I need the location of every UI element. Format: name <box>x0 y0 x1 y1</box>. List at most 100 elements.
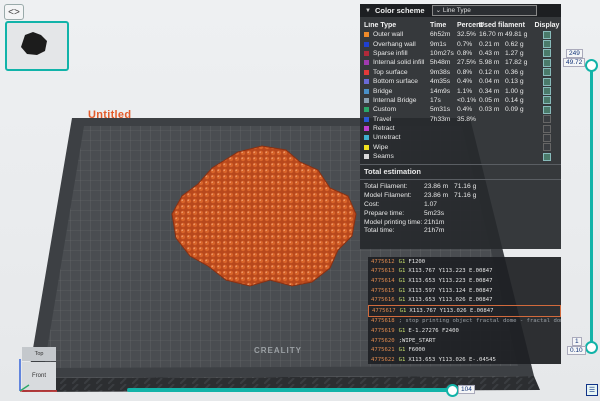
legend-display <box>535 77 559 86</box>
display-checkbox[interactable] <box>543 96 551 105</box>
estimation-row: Prepare time: 5m23s <box>360 209 561 218</box>
legend-display <box>535 87 559 96</box>
display-checkbox[interactable] <box>543 143 551 152</box>
estimation-value: 23.86 m <box>424 192 449 200</box>
legend-percent: 0.8% <box>457 68 473 76</box>
gcode-line[interactable]: 4775612 G1 F1200 <box>368 257 561 267</box>
gcode-line-number: 4775616 <box>371 297 395 304</box>
display-checkbox[interactable] <box>543 87 551 96</box>
legend-percent: <0.1% <box>457 96 477 104</box>
gcode-line[interactable]: 4775621 G1 F6000 <box>368 345 561 355</box>
gcode-line-number: 4775613 <box>371 268 395 275</box>
collapse-toggle-button[interactable]: <> <box>4 4 24 20</box>
legend-display <box>535 152 559 161</box>
layer-top-index: 249 <box>566 49 583 58</box>
legend-display <box>535 115 559 124</box>
display-checkbox[interactable] <box>543 68 551 77</box>
legend-line-type-label: Overhang wall <box>373 40 416 48</box>
display-checkbox[interactable] <box>543 152 551 161</box>
view-cube[interactable]: Top Front <box>17 345 67 395</box>
legend-row[interactable]: Unretract <box>360 133 561 142</box>
legend-row[interactable]: Top surface 9m38s 0.8% 0.12 m 0.36 g <box>360 68 561 77</box>
display-checkbox[interactable] <box>543 40 551 49</box>
display-checkbox[interactable] <box>543 105 551 114</box>
gcode-line-number: 4775614 <box>371 277 395 284</box>
gcode-params: F1200 <box>408 258 426 265</box>
gcode-line[interactable]: 4775614 G1 X113.653 Y113.223 E.00847 <box>368 276 561 286</box>
legend-header-row: Line Type Time Percent Used filament Dis… <box>360 20 561 30</box>
3d-viewport[interactable]: <> Untitled CREALITY ▼ Color scheme ⌄ Li… <box>0 0 600 401</box>
legend-row[interactable]: Custom 5m31s 0.4% 0.03 m 0.09 g <box>360 105 561 114</box>
gcode-command: G1 <box>398 347 406 354</box>
color-scheme-select[interactable]: ⌄ Line Type <box>431 5 537 16</box>
scheme-value: Line Type <box>442 7 471 14</box>
legend-weight: 1.27 g <box>505 49 524 57</box>
legend-display <box>535 124 559 133</box>
legend-display <box>535 96 559 105</box>
legend-row[interactable]: Sparse infill 10m27s 0.8% 0.43 m 1.27 g <box>360 49 561 58</box>
legend-row[interactable]: Retract <box>360 124 561 133</box>
estimation-label: Model printing time: <box>364 218 423 226</box>
gcode-line[interactable]: 4775615 G1 X113.597 Y113.124 E.00847 <box>368 286 561 296</box>
color-swatch-icon <box>364 50 369 56</box>
legend-time: 7h33m <box>430 115 451 123</box>
layer-slider-track[interactable] <box>590 64 593 348</box>
estimation-row: Cost: 1.07 <box>360 200 561 209</box>
legend-time: 4m35s <box>430 78 451 86</box>
gcode-line[interactable]: 4775618; stop printing object fractal do… <box>368 317 561 327</box>
gcode-params: X113.653 Y113.026 E.00847 <box>408 297 493 304</box>
legend-length: 0.21 m <box>479 40 500 48</box>
move-slider-track[interactable] <box>127 388 457 392</box>
plate-thumbnail[interactable] <box>5 21 69 71</box>
col-time: Time <box>430 21 447 29</box>
legend-weight: 0.14 g <box>505 96 524 104</box>
layer-bottom-handle[interactable] <box>585 341 598 354</box>
layers-icon[interactable]: ☰ <box>586 384 598 396</box>
legend-line-type-label: Top surface <box>373 68 408 76</box>
gcode-line-number: 4775622 <box>371 356 395 363</box>
layer-top-handle[interactable] <box>585 59 598 72</box>
legend-row[interactable]: Seams <box>360 152 561 161</box>
gcode-params: X113.597 Y113.124 E.00847 <box>408 287 493 294</box>
estimation-value: 21h1m <box>424 218 445 226</box>
gcode-line[interactable]: 4775617 G1 X113.767 Y113.026 E.00847 <box>368 304 561 317</box>
display-checkbox[interactable] <box>543 30 551 39</box>
display-checkbox[interactable] <box>543 124 551 133</box>
gcode-command: G1 <box>398 297 406 304</box>
legend-weight: 0.62 g <box>505 40 524 48</box>
display-checkbox[interactable] <box>543 133 551 142</box>
display-checkbox[interactable] <box>543 58 551 67</box>
legend-length: 16.70 m <box>479 31 504 39</box>
estimation-value: 1.07 <box>424 200 438 208</box>
legend-row[interactable]: Travel 7h33m 35.8% <box>360 115 561 124</box>
legend-row[interactable]: Wipe <box>360 143 561 152</box>
gcode-line[interactable]: 4775620 ;WIPE_START <box>368 336 561 346</box>
col-display: Display <box>534 21 560 29</box>
legend-line-type-label: Bottom surface <box>373 78 418 86</box>
display-checkbox[interactable] <box>543 115 551 124</box>
legend-line-type: Retract <box>360 125 430 132</box>
gcode-line[interactable]: 4775622 G1 X113.653 Y113.026 E-.04545 <box>368 355 561 365</box>
legend-row[interactable]: Outer wall 6h52m 32.5% 16.70 m 49.81 g <box>360 30 561 39</box>
gcode-command: G1 <box>399 307 407 314</box>
legend-row[interactable]: Internal solid infill 5h48m 27.5% 5.98 m 17.… <box>360 58 561 67</box>
gcode-params: F6000 <box>408 347 426 354</box>
bed-brand: CREALITY <box>254 346 302 355</box>
legend-time: 9m38s <box>430 68 451 76</box>
chevron-down-icon[interactable]: ▼ <box>365 8 371 14</box>
estimation-value-2: 71.16 g <box>454 183 477 191</box>
legend-row[interactable]: Overhang wall 9m1s 0.7% 0.21 m 0.62 g <box>360 39 561 49</box>
legend-row[interactable]: Bridge 14m9s 1.1% 0.34 m 1.00 g <box>360 86 561 96</box>
legend-row[interactable]: Bottom surface 4m35s 0.4% 0.04 m 0.13 g <box>360 77 561 86</box>
legend-percent: 27.5% <box>457 59 476 67</box>
gcode-line[interactable]: 4775619 G1 E-1.27276 F2400 <box>368 326 561 336</box>
gcode-line[interactable]: 4775616 G1 X113.653 Y113.026 E.00847 <box>368 295 561 305</box>
legend-row[interactable]: Internal Bridge 17s <0.1% 0.05 m 0.14 g <box>360 96 561 105</box>
gcode-viewer[interactable]: 4775612 G1 F1200 4775613 G1 X113.767 Y113.223… <box>368 257 561 364</box>
gcode-line-number: 4775619 <box>371 327 395 334</box>
display-checkbox[interactable] <box>543 77 551 86</box>
layer-bottom-height: 0.10 <box>567 346 586 355</box>
gcode-line[interactable]: 4775613 G1 X113.767 Y113.223 E.00847 <box>368 267 561 277</box>
legend-weight: 49.81 g <box>505 31 528 39</box>
display-checkbox[interactable] <box>543 49 551 58</box>
